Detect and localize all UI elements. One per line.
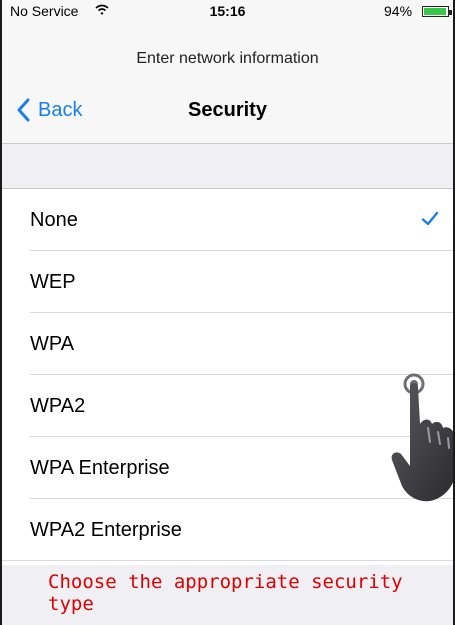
option-none[interactable]: None	[2, 189, 453, 251]
phone-screen: No Service 15:16 94% ⚡ Enter network inf…	[0, 0, 455, 625]
option-label: WPA2	[30, 395, 86, 417]
option-label: WPA2 Enterprise	[30, 519, 182, 541]
battery-fill	[424, 8, 446, 15]
status-bar: No Service 15:16 94% ⚡	[2, 0, 453, 22]
option-label: None	[30, 209, 78, 231]
option-wpa[interactable]: WPA	[2, 313, 453, 375]
option-wep[interactable]: WEP	[2, 251, 453, 313]
charging-bolt-icon: ⚡	[451, 1, 453, 17]
option-wpa2-enterprise[interactable]: WPA2 Enterprise	[2, 499, 453, 561]
option-label: WPA Enterprise	[30, 457, 170, 479]
navigation-bar: Back Security	[2, 90, 453, 130]
section-spacer	[2, 144, 453, 189]
option-wpa-enterprise[interactable]: WPA Enterprise	[2, 437, 453, 499]
battery-icon	[422, 6, 452, 17]
option-wpa2[interactable]: WPA2	[2, 375, 453, 437]
tap-hand-icon	[391, 373, 453, 502]
header: No Service 15:16 94% ⚡ Enter network inf…	[2, 0, 453, 144]
option-label: WPA	[30, 333, 75, 355]
checkmark-icon	[421, 211, 439, 226]
network-prompt: Enter network information	[136, 50, 319, 67]
option-label: WEP	[30, 271, 76, 293]
footer-note: Choose the appropriate security type	[48, 571, 403, 615]
footer-annotation: Choose the appropriate security type	[2, 565, 453, 625]
battery-percent: 94%	[384, 3, 413, 19]
security-options-list: None WEP WPA WPA2 WPA Enterprise WPA2 En…	[2, 189, 453, 561]
page-title: Security	[188, 99, 267, 121]
